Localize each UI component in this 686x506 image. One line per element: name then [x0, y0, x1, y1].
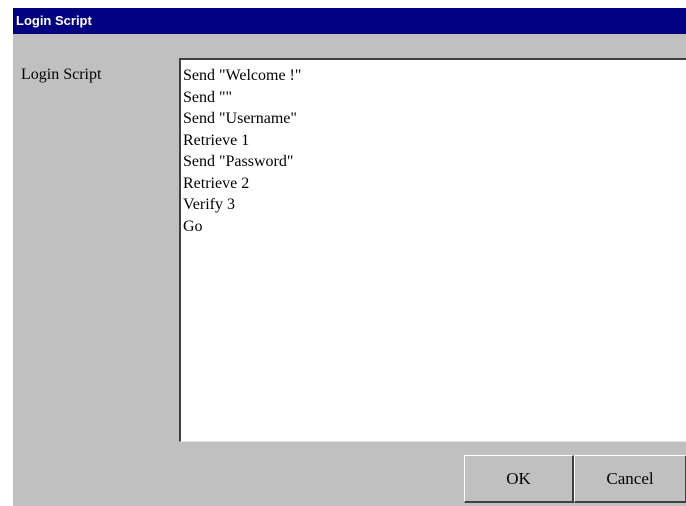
- script-line: Retrieve 1: [183, 131, 250, 149]
- dialog-title: Login Script: [13, 8, 686, 34]
- script-line: Verify 3: [183, 196, 235, 213]
- login-script-label: Login Script: [21, 66, 102, 83]
- ok-button[interactable]: OK: [464, 455, 574, 503]
- script-line: Send "": [183, 88, 233, 106]
- script-line: Retrieve 2: [183, 174, 250, 192]
- login-script-textarea[interactable]: Send "Welcome !" Send "" Send "Username"…: [179, 58, 686, 442]
- login-script-dialog: Login Script Login Script Send "Welcome …: [12, 7, 686, 506]
- cancel-button[interactable]: Cancel: [574, 455, 686, 503]
- script-line: Send "Username": [183, 110, 297, 127]
- script-line: Send "Welcome !": [183, 67, 302, 84]
- script-line: Go: [183, 217, 203, 235]
- script-line: Send "Password": [183, 153, 294, 170]
